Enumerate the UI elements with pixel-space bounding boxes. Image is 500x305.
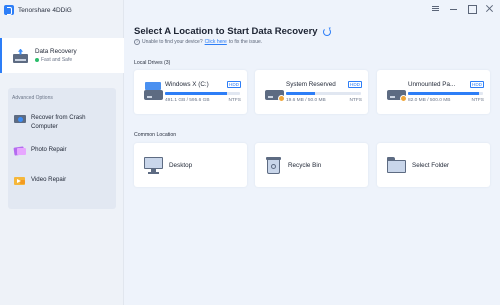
location-label: Select Folder [412, 161, 450, 169]
drive-size: 82.0 MB / 500.0 MB [408, 98, 451, 103]
sidebar-item-data-recovery[interactable]: Data Recovery Fast and Safe [0, 38, 124, 73]
drive-icon [387, 82, 407, 102]
drive-usage-bar [165, 92, 240, 95]
location-label: Recycle Bin [288, 161, 322, 169]
drive-filesystem: NTFS [349, 98, 362, 103]
app-logo-icon [4, 5, 14, 15]
sidebar-item-label: Photo Repair [31, 146, 67, 153]
drive-filesystem: NTFS [471, 98, 484, 103]
page-title: Select A Location to Start Data Recovery [134, 26, 331, 37]
data-recovery-icon [13, 48, 28, 63]
app-title: Tenorshare 4DDiG [4, 4, 72, 16]
drive-usage-bar [286, 92, 361, 95]
drive-name: Windows X (C:) [165, 81, 209, 88]
drive-size: 491.1 GB / 595.6 GB [165, 98, 210, 103]
drive-name: System Reserved [286, 81, 336, 88]
common-location-label: Common Location [134, 132, 177, 138]
drive-card-unmounted[interactable]: Unmounted Pa... HDD 82.0 MB / 500.0 MB N… [377, 70, 490, 114]
status-dot-icon [35, 58, 39, 62]
sidebar-item-label: Data Recovery [35, 48, 77, 55]
close-icon[interactable] [485, 4, 494, 13]
minimize-icon[interactable] [449, 4, 458, 13]
sidebar: Tenorshare 4DDiG Data Recovery Fast and … [0, 0, 124, 305]
sidebar-item-video-repair[interactable]: Video Repair [14, 175, 109, 187]
folder-icon [387, 157, 406, 173]
drive-usage-fill [286, 92, 316, 95]
sidebar-item-photo-repair[interactable]: Photo Repair [13, 145, 109, 157]
sidebar-item-recover-crash-computer[interactable]: Recover from Crash Computer [14, 113, 109, 131]
advanced-options-panel: Advanced Options Recover from Crash Comp… [8, 88, 116, 209]
local-drives-label: Local Drives (3) [134, 60, 171, 66]
drive-icon [265, 82, 285, 102]
drive-type-badge: HDD [470, 81, 484, 88]
window-controls [431, 3, 494, 14]
desktop-icon [144, 156, 163, 174]
windows-drive-icon [144, 82, 163, 102]
question-icon: ? [134, 39, 140, 45]
sidebar-item-label: Video Repair [31, 176, 67, 183]
maximize-icon[interactable] [467, 4, 477, 14]
drive-name: Unmounted Pa... [408, 81, 456, 88]
location-label: Desktop [169, 161, 193, 169]
menu-icon[interactable] [431, 4, 440, 13]
sidebar-item-label: Recover from Crash Computer [31, 114, 86, 130]
location-select-folder[interactable]: Select Folder [377, 143, 490, 187]
drive-size: 19.6 MB / 50.0 MB [286, 98, 326, 103]
drive-card-system-reserved[interactable]: System Reserved HDD 19.6 MB / 50.0 MB NT… [255, 70, 368, 114]
crash-computer-icon [14, 113, 26, 125]
help-line: ? Unable to find your device? Click here… [134, 39, 262, 45]
page-title-text: Select A Location to Start Data Recovery [134, 26, 318, 37]
status-label: Fast and Safe [41, 57, 73, 63]
location-recycle-bin[interactable]: Recycle Bin [255, 143, 368, 187]
video-repair-icon [14, 175, 26, 187]
recycle-bin-icon [265, 156, 282, 175]
refresh-icon[interactable] [322, 27, 331, 36]
advanced-options-label: Advanced Options [12, 95, 53, 101]
app-title-text: Tenorshare 4DDiG [18, 6, 72, 14]
help-prefix: Unable to find your device? [142, 39, 203, 45]
drive-usage-bar [408, 92, 483, 95]
help-link[interactable]: Click here [205, 39, 227, 45]
drive-usage-fill [408, 92, 480, 95]
drive-card-c[interactable]: Windows X (C:) HDD 491.1 GB / 595.6 GB N… [134, 70, 247, 114]
drive-type-badge: HDD [348, 81, 362, 88]
help-suffix: to fix the issue. [228, 39, 263, 45]
drive-type-badge: HDD [227, 81, 241, 88]
location-desktop[interactable]: Desktop [134, 143, 247, 187]
drive-filesystem: NTFS [228, 98, 241, 103]
status-text: Fast and Safe [35, 57, 77, 63]
drive-usage-fill [165, 92, 227, 95]
photo-repair-icon [13, 145, 26, 157]
